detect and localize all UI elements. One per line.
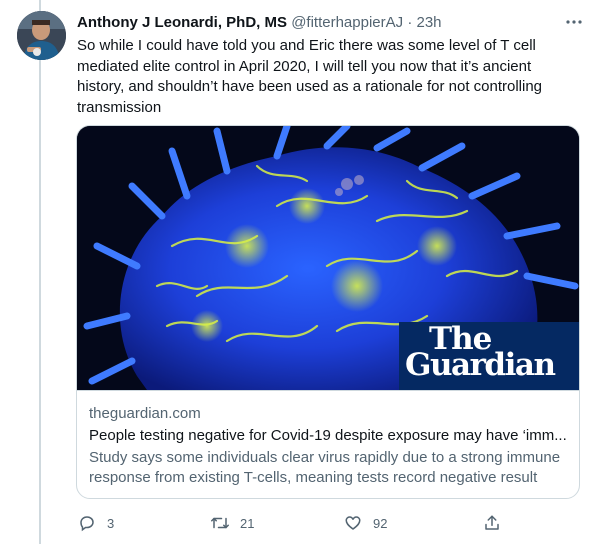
tweet-timestamp[interactable]: 23h [416, 14, 441, 31]
avatar-image [17, 11, 66, 60]
more-options-button[interactable] [562, 12, 586, 32]
author-name[interactable]: Anthony J Leonardi, PhD, MS [77, 14, 287, 31]
retweet-button[interactable]: 21 [210, 512, 254, 534]
share-button[interactable] [482, 512, 502, 534]
separator-dot: · [407, 14, 413, 31]
author-handle[interactable]: @fitterhappierAJ [291, 14, 403, 31]
link-preview-card[interactable]: The Guardian theguardian.com People test… [76, 125, 580, 499]
tweet-text: So while I could have told you and Eric … [77, 37, 543, 116]
heart-icon [343, 513, 363, 533]
more-dots-icon [566, 20, 582, 24]
tweet-actions: 3 21 92 [77, 512, 501, 534]
card-image: The Guardian [77, 126, 579, 390]
reply-icon [77, 513, 97, 533]
retweet-icon [210, 513, 230, 533]
reply-count: 3 [107, 515, 115, 531]
thread-line [39, 0, 41, 544]
tweet-header: Anthony J Leonardi, PhD, MS @fitterhappi… [77, 13, 558, 33]
reply-button[interactable]: 3 [77, 512, 114, 534]
like-button[interactable]: 92 [343, 512, 387, 534]
card-domain: theguardian.com [89, 405, 201, 422]
avatar[interactable] [17, 11, 66, 60]
card-title: People testing negative for Covid-19 des… [89, 427, 567, 444]
guardian-logo: The Guardian [399, 322, 579, 390]
retweet-count: 21 [240, 515, 255, 531]
guardian-logo-guardian: Guardian [405, 347, 556, 383]
like-count: 92 [373, 515, 388, 531]
share-icon [482, 513, 502, 533]
card-body: theguardian.com People testing negative … [77, 390, 579, 498]
card-description: Study says some individuals clear virus … [89, 449, 561, 486]
